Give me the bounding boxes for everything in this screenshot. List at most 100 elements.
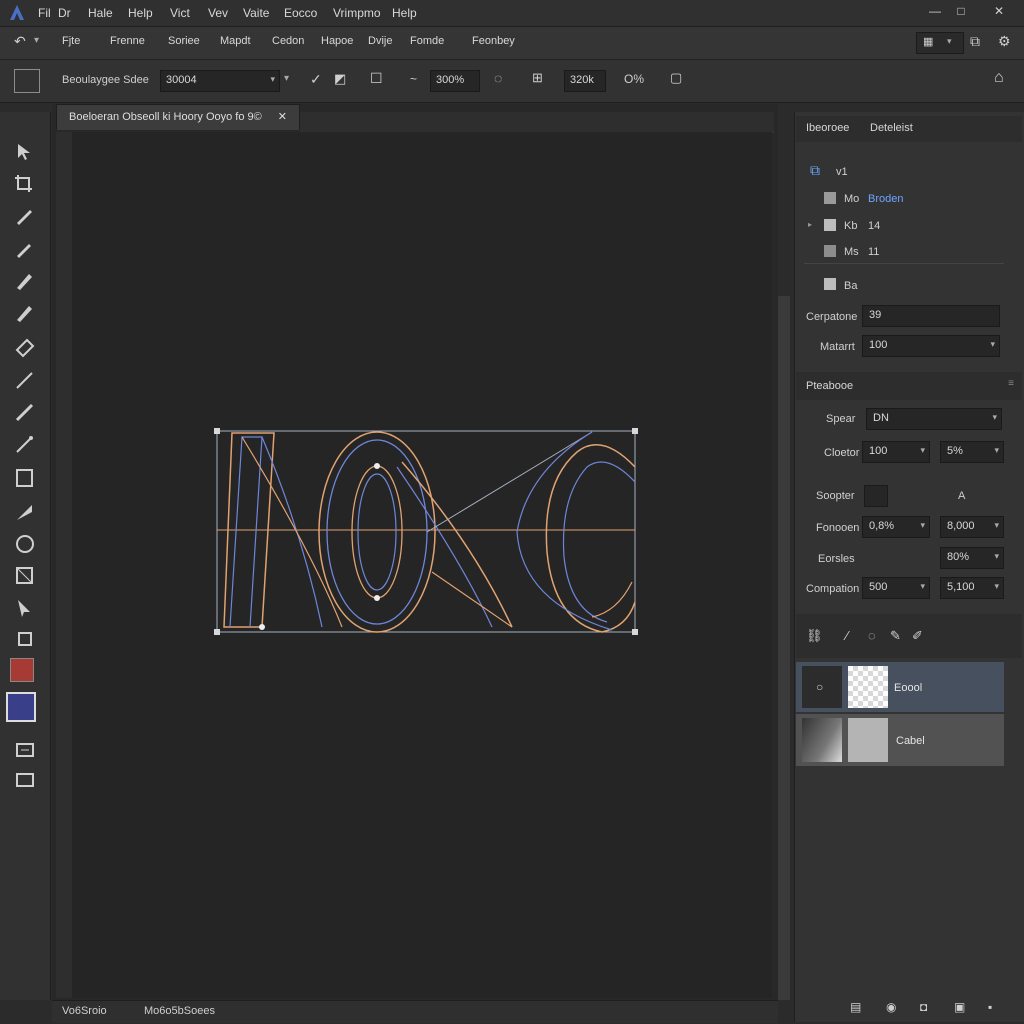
chevron-down-icon[interactable]: ▾ — [284, 73, 289, 84]
menu-vaite[interactable]: Vaite — [243, 6, 269, 20]
swatch-icon — [824, 219, 836, 231]
ellipse-tool-icon[interactable] — [12, 532, 38, 556]
pencil-tool-icon[interactable] — [12, 268, 38, 292]
check-icon[interactable]: ✓ — [310, 71, 322, 88]
canvas[interactable] — [72, 132, 772, 998]
toolbar-dvije[interactable]: Dvije — [368, 35, 392, 47]
chevron-down-icon[interactable]: ▾ — [34, 35, 39, 46]
tab-details[interactable]: Deteleist — [870, 122, 913, 134]
toolbar-hapoe[interactable]: Hapoe — [321, 35, 353, 47]
eraser-tool-icon[interactable] — [12, 334, 38, 358]
toolbar-feonbey[interactable]: Feonbey — [472, 35, 515, 47]
menu-vev[interactable]: Vev — [208, 6, 228, 20]
layer-row[interactable]: Cabel — [796, 714, 1004, 766]
pencil-icon[interactable]: ✐ — [912, 628, 923, 644]
toolbar-fjte[interactable]: Fjte — [62, 35, 80, 47]
quickmask-icon[interactable] — [12, 738, 38, 762]
background-color-swatch[interactable] — [6, 692, 36, 722]
spear-dropdown[interactable]: DN ▾ — [866, 408, 1002, 430]
workspace-dropdown[interactable]: ▦ ▾ — [916, 32, 964, 54]
menu-help-2[interactable]: Help — [392, 6, 417, 20]
option-toggle[interactable]: O% — [624, 72, 644, 86]
direct-select-tool-icon[interactable] — [12, 596, 38, 620]
camera-icon[interactable]: ⧉ — [970, 33, 980, 50]
menu-hale[interactable]: Hale — [88, 6, 113, 20]
chevron-down-icon: ▾ — [920, 581, 925, 591]
toolbar-cedon[interactable]: Cedon — [272, 35, 304, 47]
menu-help-1[interactable]: Help — [128, 6, 153, 20]
settings-icon[interactable]: ⚙ — [998, 33, 1011, 50]
square-icon[interactable]: ☐ — [370, 70, 383, 87]
size-field[interactable]: 30004 ▾ — [160, 70, 280, 92]
frame-tool-icon[interactable] — [12, 466, 38, 490]
compation-dropdown[interactable]: 500 ▾ — [862, 577, 930, 599]
vertical-scrollbar[interactable] — [778, 296, 790, 1000]
tool-preset-icon[interactable] — [14, 69, 40, 93]
chevron-down-icon: ▾ — [994, 551, 999, 561]
layers-icon[interactable]: ◩ — [334, 71, 346, 87]
line-tool-icon[interactable] — [12, 368, 38, 392]
pen-icon[interactable]: ✎ — [890, 628, 901, 644]
link-layers-icon[interactable]: ⛓ — [806, 628, 823, 644]
zoom-field[interactable]: 300% — [430, 70, 480, 92]
menu-vict[interactable]: Vict — [170, 6, 190, 20]
soopter-swatch[interactable] — [864, 485, 888, 507]
layers-toolbar: ⛓ ⁄ ◌ ✎ ✐ — [796, 614, 1022, 658]
transform-tool-icon[interactable] — [12, 564, 38, 588]
document-tab[interactable]: Boeloeran Obseoll ki Hoory Ooyo fo 9© ✕ — [56, 104, 300, 130]
artboard-tool-icon[interactable] — [12, 626, 38, 650]
prop-row-value[interactable]: Broden — [868, 193, 903, 205]
gradient-tool-icon[interactable] — [12, 500, 38, 524]
align-icon[interactable]: ⊞ — [532, 70, 543, 86]
back-icon[interactable]: ↶ — [14, 33, 26, 50]
foreground-color-swatch[interactable] — [10, 658, 34, 682]
menu-file[interactable]: Fil — [38, 6, 51, 20]
chevron-down-icon: ▾ — [994, 445, 999, 455]
toolbar-fomde[interactable]: Fomde — [410, 35, 444, 47]
page-icon[interactable]: ▢ — [670, 70, 682, 86]
compation-dropdown-2[interactable]: 5,100 ▾ — [940, 577, 1004, 599]
menu-dr[interactable]: Dr — [58, 6, 71, 20]
dropper-tool-icon[interactable] — [12, 432, 38, 456]
cloetor-dropdown-2[interactable]: 5% ▾ — [940, 441, 1004, 463]
crop-tool-icon[interactable] — [12, 172, 38, 196]
text-style-icon[interactable]: A — [958, 490, 965, 502]
menu-eocco[interactable]: Eocco — [284, 6, 317, 20]
pen-tool-icon[interactable] — [12, 204, 38, 228]
toolbar-mapdt[interactable]: Mapdt — [220, 35, 251, 47]
toolbar-soriee[interactable]: Soriee — [168, 35, 200, 47]
brush-tool-icon[interactable] — [12, 236, 38, 260]
maximize-button[interactable]: □ — [952, 4, 970, 20]
eorsles-dropdown[interactable]: 80% ▾ — [940, 547, 1004, 569]
camera-icon[interactable]: ◉ — [886, 1000, 896, 1014]
opacity-field[interactable]: 39 — [862, 305, 1000, 327]
delete-icon[interactable]: ▪ — [988, 1000, 992, 1014]
fonooen-dropdown-2[interactable]: 8,000 ▾ — [940, 516, 1004, 538]
minimize-button[interactable]: — — [926, 4, 944, 20]
screen-mode-icon[interactable] — [12, 768, 38, 792]
spacing-field[interactable]: 320k — [564, 70, 606, 92]
circle-icon[interactable]: ◌ — [494, 70, 502, 86]
cloetor-dropdown[interactable]: 100 ▾ — [862, 441, 930, 463]
expand-arrow-icon[interactable]: ▸ — [808, 220, 812, 229]
layer-row[interactable]: ○ Eoool — [796, 662, 1004, 712]
close-button[interactable]: ✕ — [990, 4, 1008, 20]
smudge-tool-icon[interactable] — [12, 400, 38, 424]
fx-icon[interactable]: ◘ — [920, 1000, 927, 1014]
material-dropdown[interactable]: 100 ▾ — [862, 335, 1000, 357]
move-tool-icon[interactable] — [12, 140, 38, 164]
menu-vrimpmo[interactable]: Vrimpmo — [333, 6, 381, 20]
eye-icon[interactable]: ○ — [802, 666, 842, 708]
close-tab-icon[interactable]: ✕ — [278, 110, 287, 123]
new-layer-icon[interactable]: ▣ — [954, 1000, 965, 1014]
home-icon[interactable]: ⌂ — [994, 69, 1004, 87]
marker-tool-icon[interactable] — [12, 300, 38, 324]
toolbar-frenne[interactable]: Frenne — [110, 35, 145, 47]
mask-icon[interactable]: ◌ — [868, 628, 876, 643]
new-group-icon[interactable]: ▤ — [850, 1000, 861, 1014]
panel-menu-icon[interactable]: ≡ — [1008, 378, 1014, 389]
tab-properties[interactable]: Ibeoroee — [806, 122, 849, 134]
link-icon[interactable]: ~ — [410, 72, 417, 86]
fonooen-dropdown[interactable]: 0,8% ▾ — [862, 516, 930, 538]
brush-icon[interactable]: ⁄ — [846, 628, 848, 643]
